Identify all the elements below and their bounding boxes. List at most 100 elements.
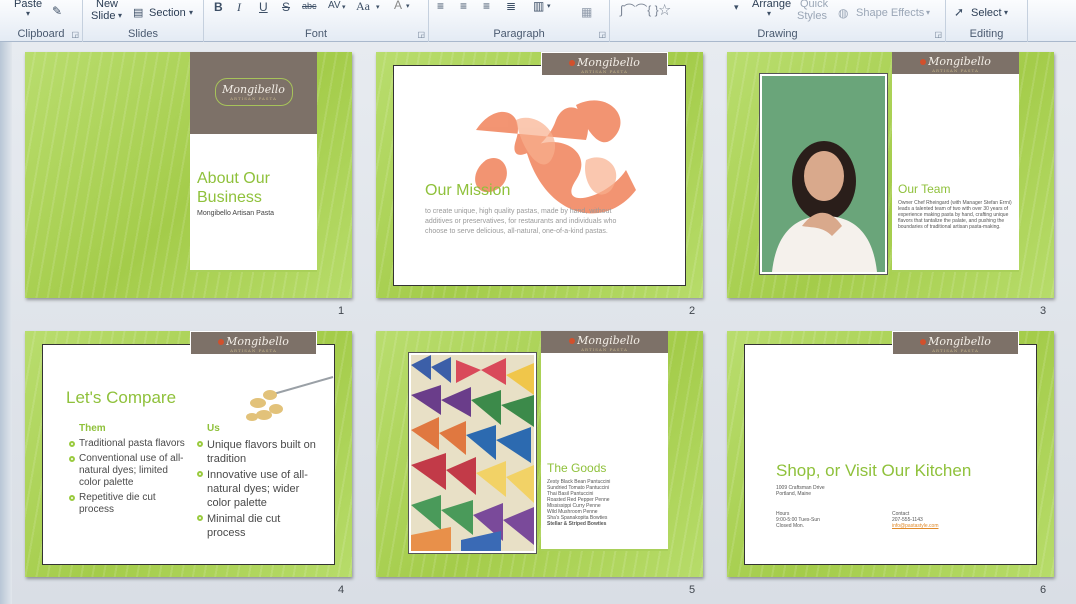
- address: 1009 Craftsman Drive Portland, Maine: [776, 485, 825, 497]
- change-case-dropdown-icon[interactable]: ▾: [376, 3, 380, 11]
- arrange-dropdown-icon[interactable]: ▾: [767, 9, 771, 18]
- change-case-button[interactable]: Aa: [356, 0, 370, 14]
- format-painter-icon[interactable]: ✎: [52, 4, 62, 18]
- smartart-icon[interactable]: ▦: [581, 5, 592, 19]
- font-launcher-icon[interactable]: ◲: [417, 30, 425, 39]
- slide-thumbnail-6[interactable]: Mongibello ARTISAN PASTA Shop, or Visit O…: [727, 331, 1054, 577]
- brand-logo: Mongibello ARTISAN PASTA: [541, 331, 668, 353]
- new-slide-dropdown-icon[interactable]: ▾: [118, 11, 122, 20]
- slide-number-2: 2: [689, 305, 696, 317]
- col-us-heading: Us: [207, 423, 220, 434]
- bold-icon[interactable]: B: [214, 0, 223, 14]
- bowtie-pasta-photo: [408, 352, 537, 554]
- list-item: Innovative use of all-natural dyes; wide…: [197, 468, 317, 510]
- align-right-icon[interactable]: ≡: [483, 0, 490, 13]
- hours: Hours 9:00-5:00 Tues-Sun Closed Mon.: [776, 511, 820, 529]
- slides-group: New Slide ▾ ▤ Section ▾ Slides: [83, 0, 204, 42]
- editing-label: Editing: [969, 28, 1004, 40]
- slide-number-4: 4: [338, 584, 345, 596]
- align-center-icon[interactable]: ≡: [460, 0, 467, 13]
- section-dropdown-icon[interactable]: ▾: [189, 8, 193, 17]
- drawing-label: Drawing: [757, 28, 798, 40]
- text-shadow-icon[interactable]: abc: [302, 1, 317, 11]
- slide-title: Our Team: [898, 182, 951, 196]
- slide-number-5: 5: [689, 584, 696, 596]
- paragraph-group: ≡ ≡ ≡ ≣ ▥ ▾ ▦ Paragraph ◲: [429, 0, 610, 42]
- brand-logo: Mongibello ARTISAN PASTA: [190, 52, 317, 134]
- paragraph-launcher-icon[interactable]: ◲: [598, 30, 606, 39]
- font-group: B I U S abc AV ▾ Aa ▾ A ▾ Font ◲: [204, 0, 429, 42]
- quick-styles-button[interactable]: Quick: [800, 0, 828, 10]
- align-left-icon[interactable]: ≡: [437, 0, 444, 13]
- shapes-more-icon[interactable]: ▾: [734, 2, 739, 13]
- new-slide-label[interactable]: Slide: [91, 10, 115, 22]
- font-color-icon[interactable]: A: [394, 0, 402, 12]
- list-item: Unique flavors built on tradition: [197, 438, 317, 466]
- clipboard-label: Clipboard: [17, 28, 65, 40]
- list-item: Conventional use of all-natural dyes; li…: [69, 453, 187, 489]
- strikethrough-icon[interactable]: S: [282, 0, 290, 14]
- list-item: Minimal die cut process: [197, 512, 317, 540]
- slide-sorter-left-edge: [0, 42, 12, 604]
- brand-logo: Mongibello ARTISAN PASTA: [892, 52, 1019, 74]
- mission-body: to create unique, high quality pastas, m…: [425, 208, 617, 235]
- contact: Contact 207-555-1143 info@pastastyle.com: [892, 511, 939, 529]
- paste-dropdown-icon[interactable]: ▾: [26, 9, 30, 18]
- quick-styles-label[interactable]: Styles: [797, 10, 827, 22]
- section-button[interactable]: Section: [149, 7, 186, 19]
- ribbon: Paste ▾ ✎ Clipboard ◲ New Slide ▾ ▤ Sect…: [0, 0, 1076, 42]
- section-icon[interactable]: ▤: [133, 6, 143, 19]
- shape-effects-icon[interactable]: ◍: [838, 6, 848, 20]
- team-member-photo: [759, 73, 888, 275]
- font-label: Font: [304, 28, 327, 40]
- font-color-dropdown-icon[interactable]: ▾: [406, 2, 410, 10]
- slide-title: The Goods: [547, 461, 607, 475]
- team-body: Owner Chef Rheingard (with Manager Stefa…: [898, 200, 1012, 230]
- email-link[interactable]: info@pastastyle.com: [892, 523, 938, 529]
- list-item: Traditional pasta flavors: [69, 438, 187, 450]
- slide-thumbnail-3[interactable]: Mongibello ARTISAN PASTA Our Team Owner C…: [727, 52, 1054, 298]
- new-slide-button[interactable]: New: [96, 0, 118, 10]
- columns-dropdown-icon[interactable]: ▾: [547, 2, 551, 10]
- character-spacing-icon[interactable]: AV: [328, 0, 341, 11]
- slide-thumbnail-4[interactable]: Mongibello ARTISAN PASTA Let's Compare Th…: [25, 331, 352, 577]
- slide-title: About Our Business: [197, 170, 270, 206]
- arrange-button[interactable]: Arrange: [752, 0, 791, 10]
- shapes-gallery-icon[interactable]: ∫⌒⌒{ }☆: [620, 1, 671, 18]
- columns-icon[interactable]: ▥: [533, 0, 544, 13]
- editing-group: ➚ Select ▾ Editing: [946, 0, 1028, 42]
- character-spacing-dropdown-icon[interactable]: ▾: [342, 3, 346, 11]
- clipboard-group: Paste ▾ ✎ Clipboard ◲: [0, 0, 83, 42]
- list-item: Repetitive die cut process: [69, 492, 187, 516]
- underline-icon[interactable]: U: [259, 0, 268, 14]
- brand-logo: Mongibello ARTISAN PASTA: [892, 331, 1019, 355]
- slide-thumbnail-2[interactable]: Mongibello ARTISAN PASTA Our Mission to c…: [376, 52, 703, 298]
- italic-icon[interactable]: I: [237, 0, 241, 15]
- shape-effects-dropdown-icon[interactable]: ▾: [926, 8, 930, 17]
- drawing-launcher-icon[interactable]: ◲: [934, 30, 942, 39]
- select-button[interactable]: Select: [971, 7, 1002, 19]
- justify-icon[interactable]: ≣: [506, 0, 516, 13]
- slide-thumbnail-1[interactable]: Mongibello ARTISAN PASTA About Our Busines…: [25, 52, 352, 298]
- slide-number-6: 6: [1040, 584, 1047, 596]
- col-them-list: Traditional pasta flavors Conventional u…: [69, 438, 187, 516]
- select-dropdown-icon[interactable]: ▾: [1004, 8, 1008, 17]
- slide-title: Shop, or Visit Our Kitchen: [776, 461, 972, 480]
- col-them-heading: Them: [79, 423, 106, 434]
- slide-subtitle: Mongibello Artisan Pasta: [197, 210, 275, 217]
- slide-title: Our Mission: [425, 182, 511, 199]
- select-cursor-icon[interactable]: ➚: [954, 5, 964, 19]
- pasta-fork-image: [240, 373, 335, 428]
- slide-number-1: 1: [338, 305, 345, 317]
- slide-number-3: 3: [1040, 305, 1047, 317]
- slide-title: Let's Compare: [66, 388, 177, 407]
- shape-effects-button[interactable]: Shape Effects: [856, 7, 924, 19]
- brand-logo: Mongibello ARTISAN PASTA: [190, 331, 317, 355]
- clipboard-launcher-icon[interactable]: ◲: [71, 30, 79, 39]
- drawing-group: ∫⌒⌒{ }☆ ▾ Arrange ▾ Quick Styles ◍ Shape…: [610, 0, 946, 42]
- list-item: Stellar & Striped Bowties: [547, 521, 607, 527]
- slides-label: Slides: [128, 28, 158, 40]
- slide-thumbnail-5[interactable]: Mongibello ARTISAN PASTA The Goods Zesty…: [376, 331, 703, 577]
- paragraph-label: Paragraph: [493, 28, 545, 40]
- goods-list: Zesty Black Bean Pantuccini Sundried Tom…: [547, 479, 662, 527]
